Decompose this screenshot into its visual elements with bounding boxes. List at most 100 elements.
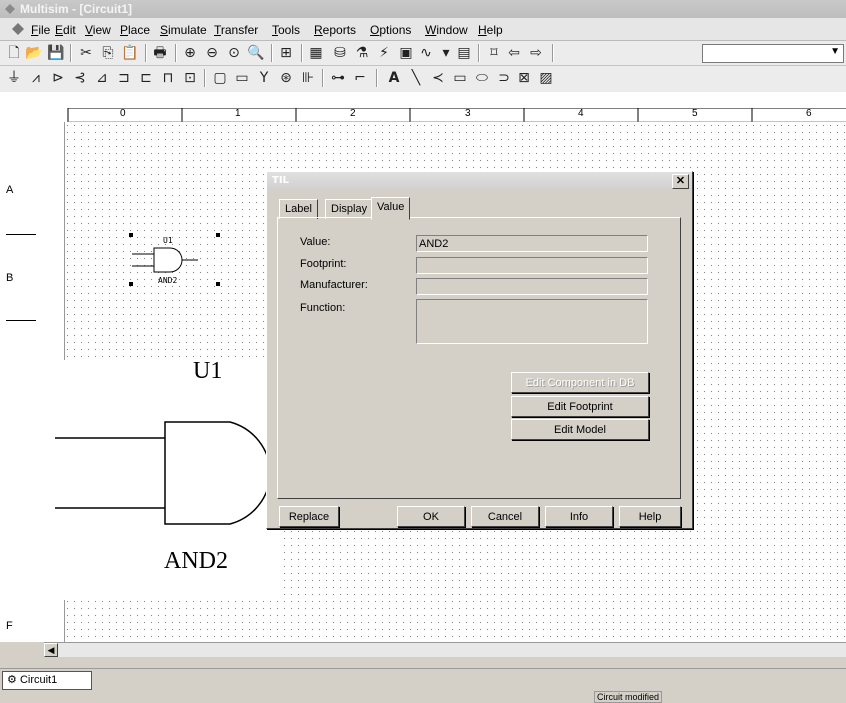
value-label: Value: [300,236,331,248]
misc-digital-icon[interactable]: ⊓ [158,68,178,88]
menu-tools[interactable]: Tools [272,23,300,37]
forward-annotate-icon[interactable]: ⇨ [526,43,546,63]
replace-button[interactable]: Replace [279,506,339,527]
zoom-in-icon[interactable]: ⊕ [180,43,200,63]
cut-icon[interactable]: ✂ [76,43,96,63]
ladder-icon[interactable]: ⊪ [298,68,318,88]
gate-refdes-label: U1 [163,236,173,245]
bus-icon[interactable]: ⌐ [350,68,370,88]
circuit-icon: ⚙ [7,673,17,686]
column-label: 2 [350,108,356,119]
ok-button[interactable]: OK [397,506,465,527]
tab-display[interactable]: Display [325,199,374,219]
and-gate-symbol[interactable] [120,230,240,290]
source-icon[interactable]: ⏚ [4,68,24,88]
menu-options[interactable]: Options [370,23,411,37]
diode-icon[interactable]: ⊳ [48,68,68,88]
new-file-icon[interactable]: 🗋 [4,43,24,63]
help-button[interactable]: Help [619,506,681,527]
edit-model-button[interactable]: Edit Model [511,419,649,440]
paste-icon[interactable]: 📋 [120,43,140,63]
menu-file[interactable]: File [31,23,50,37]
arc-tool-icon[interactable]: ⊃ [494,68,514,88]
menu-view[interactable]: View [85,23,111,37]
enlarged-refdes-label: U1 [193,358,223,384]
enlarged-part-label: AND2 [164,548,228,574]
mixed-icon[interactable]: ⊡ [180,68,200,88]
indicator-icon[interactable]: ▢ [210,68,230,88]
copy-icon[interactable]: ⎘ [98,43,118,63]
column-label: 1 [235,108,241,119]
menu-edit[interactable]: Edit [55,23,76,37]
postprocessor-icon[interactable]: ⚡ [374,43,394,63]
tab-value[interactable]: Value [371,197,411,220]
database-icon[interactable]: ⛁ [330,43,350,63]
sheet-tab-label: Circuit1 [19,674,58,686]
polygon-tool-icon[interactable]: ⊠ [514,68,534,88]
chevron-down-icon[interactable]: ▼ [830,46,840,57]
open-folder-icon[interactable]: 📂 [24,43,44,63]
basic-component-icon[interactable]: ⩘ [26,68,46,88]
footprint-field[interactable] [416,257,648,274]
picture-tool-icon[interactable]: ▨ [536,68,556,88]
polyline-tool-icon[interactable]: ≺ [428,68,448,88]
spreadsheet-icon[interactable]: ▦ [306,43,326,63]
dialog-title: TIL [272,175,289,186]
footprint-label: Footprint: [300,258,347,270]
edit-component-in-db-button[interactable]: Edit Component in DB [511,372,649,393]
menu-place[interactable]: Place [120,23,150,37]
back-annotate-icon[interactable]: ⇦ [504,43,524,63]
zoom-fit-icon[interactable]: 🔍 [246,43,266,63]
analysis-icon[interactable]: ∿ [416,43,436,63]
info-button[interactable]: Info [545,506,613,527]
sheet-tab-bar: ⚙ Circuit1 [0,668,846,691]
ttl-icon[interactable]: ⊐ [114,68,134,88]
dropdown-arrow-icon[interactable]: ▾ [436,43,456,63]
line-tool-icon[interactable]: ╲ [406,68,426,88]
value-tab-panel: Value: AND2 Footprint: Manufacturer: Fun… [277,217,681,499]
menu-help[interactable]: Help [478,23,503,37]
edit-footprint-button[interactable]: Edit Footprint [511,396,649,417]
print-icon[interactable]: 🖶 [150,43,170,63]
function-field[interactable] [416,299,648,344]
misc-icon[interactable]: ▭ [232,68,252,88]
electrical-rules-icon[interactable]: ⌑ [484,43,504,63]
hierarchical-block-icon[interactable]: ⊶ [328,68,348,88]
dialog-title-bar[interactable]: TIL ✕ [267,172,692,190]
close-icon[interactable]: ✕ [672,174,689,189]
rf-icon[interactable]: Y [254,68,274,88]
tab-label[interactable]: Label [279,199,318,219]
electromechanical-icon[interactable]: ⊛ [276,68,296,88]
window-title: Multisim - [Circuit1] [20,2,133,16]
scroll-left-icon[interactable]: ◀ [44,643,58,657]
in-use-list-combo[interactable]: ▼ [702,44,844,63]
hierarchy-icon[interactable]: ⊞ [276,43,296,63]
zoom-out-icon[interactable]: ⊖ [202,43,222,63]
multisim-app-icon [5,4,15,14]
text-tool-icon[interactable]: A [384,68,404,88]
title-bar: Multisim - [Circuit1] [0,0,846,18]
value-field[interactable]: AND2 [416,235,648,252]
manufacturer-field[interactable] [416,278,648,295]
grapher-icon[interactable]: ▣ [396,43,416,63]
ellipse-tool-icon[interactable]: ⬭ [472,68,492,88]
analog-icon[interactable]: ⊿ [92,68,112,88]
cancel-button[interactable]: Cancel [471,506,539,527]
zoom-area-icon[interactable]: ⊙ [224,43,244,63]
cmos-icon[interactable]: ⊏ [136,68,156,88]
calculator-icon[interactable]: ▤ [454,43,474,63]
menu-reports[interactable]: Reports [314,23,356,37]
save-icon[interactable]: 💾 [46,43,66,63]
status-bar: Circuit modified [0,690,846,703]
transistor-icon[interactable]: ⊰ [70,68,90,88]
column-label: 0 [120,108,126,119]
rectangle-tool-icon[interactable]: ▭ [450,68,470,88]
tab-circuit1[interactable]: ⚙ Circuit1 [2,671,92,690]
menu-simulate[interactable]: Simulate [160,23,207,37]
component-wizard-icon[interactable]: ⚗ [352,43,372,63]
status-text: Circuit modified [594,691,663,703]
column-label: 5 [692,108,698,119]
menu-transfer[interactable]: Transfer [214,23,258,37]
menu-window[interactable]: Window [425,23,468,37]
horizontal-scrollbar[interactable]: ◀ [44,642,846,657]
